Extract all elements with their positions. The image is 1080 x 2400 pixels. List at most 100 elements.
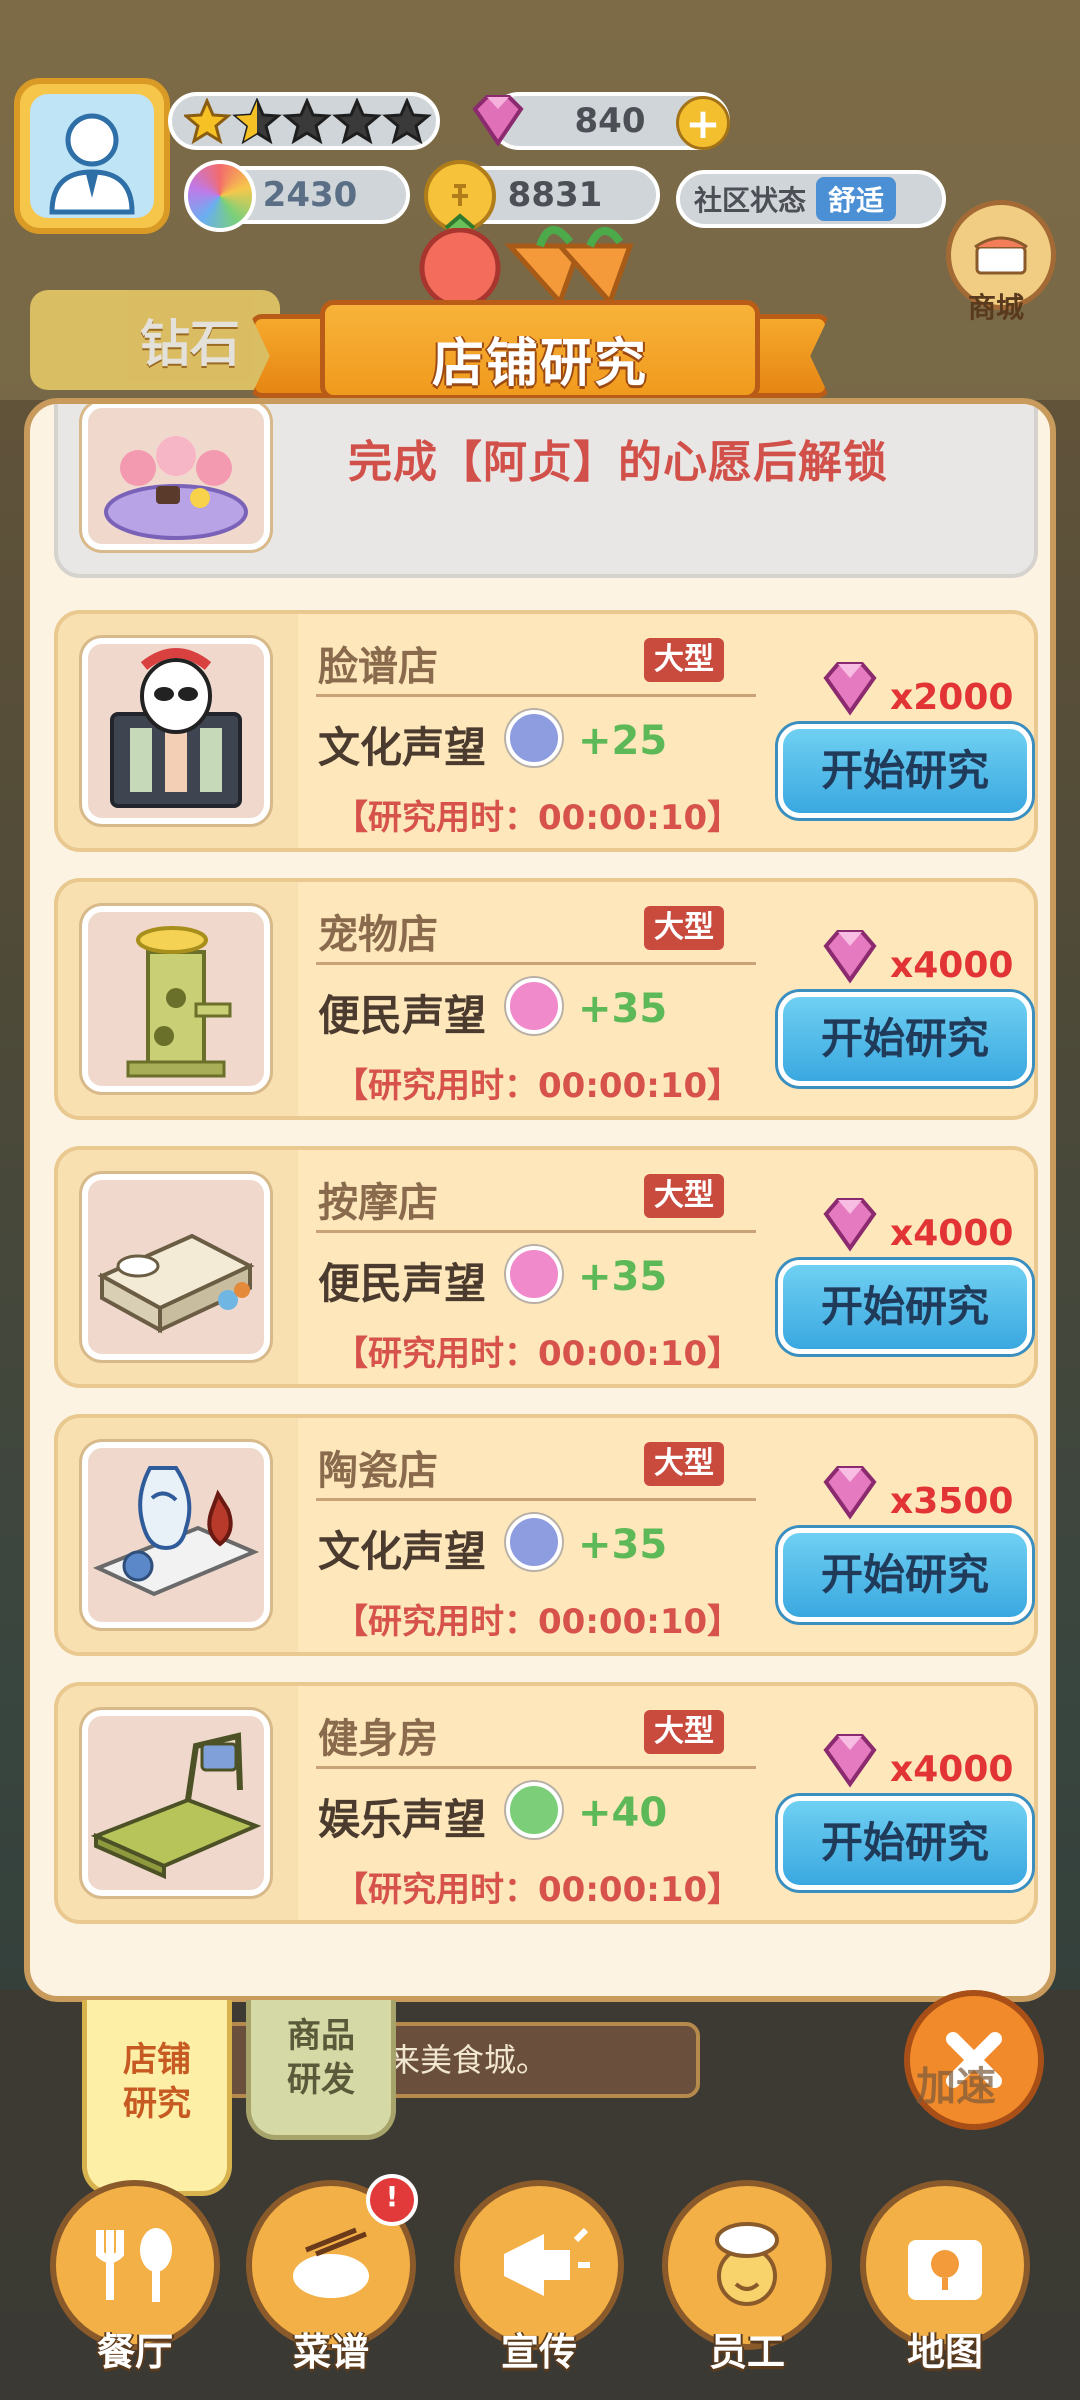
size-badge: 大型 (644, 1710, 724, 1754)
research-time: 【研究用时：00:00:10】 (334, 1870, 742, 1910)
gem-icon (823, 1198, 877, 1252)
research-time: 【研究用时：00:00:10】 (334, 798, 742, 838)
star-rating (168, 92, 440, 150)
start-research-button[interactable]: 开始研究 (778, 724, 1032, 818)
nav-staff[interactable]: 员工 (652, 2180, 842, 2380)
start-research-button[interactable]: 开始研究 (778, 1796, 1032, 1890)
start-research-button[interactable]: 开始研究 (778, 1528, 1032, 1622)
shop-thumbnail (82, 638, 270, 824)
divider (316, 962, 756, 965)
gem-icon (823, 930, 877, 984)
convenience-fame-icon (506, 978, 562, 1034)
locked-shop-thumbnail (82, 404, 270, 550)
shop-card: 按摩店 大型 便民声望 +35 【研究用时：00:00:10】 x4000 开始… (54, 1146, 1038, 1388)
shop-thumbnail (82, 1442, 270, 1628)
research-time: 【研究用时：00:00:10】 (334, 1066, 742, 1106)
nav-label: 员工 (708, 2330, 785, 2374)
research-time: 【研究用时：00:00:10】 (334, 1334, 742, 1374)
mall-label: 商城 (968, 291, 1025, 324)
background-shop-sign: 钻石 (30, 290, 280, 390)
community-status[interactable]: 社区状态 舒适 (676, 170, 946, 228)
notification-badge: ! (366, 2174, 418, 2226)
culture-fame-icon (506, 710, 562, 766)
user-avatar-icon (49, 113, 135, 215)
divider (316, 1766, 756, 1769)
fame-type: 娱乐声望 (318, 1795, 487, 1844)
vegetables-icon (419, 213, 634, 306)
speed-up-hint: 加速 (916, 2064, 996, 2110)
gem-cost-value: x4000 (890, 1212, 1014, 1254)
nav-promotion[interactable]: 宣传 (444, 2180, 634, 2380)
divider (316, 694, 756, 697)
community-status-value: 舒适 (816, 177, 897, 221)
gem-cost: x4000 (818, 926, 1013, 986)
add-gems-button[interactable]: + (676, 96, 730, 150)
tab-product-dev[interactable]: 商品研发 (246, 2000, 396, 2140)
fame-type: 便民声望 (318, 991, 487, 1040)
shop-name: 陶瓷店 (318, 1448, 438, 1494)
nav-label: 餐厅 (96, 2330, 173, 2374)
gem-cost: x4000 (818, 1194, 1013, 1254)
divider (316, 1498, 756, 1501)
shop-thumbnail (82, 1174, 270, 1360)
tab-label: 店铺研究 (123, 2040, 191, 2124)
research-time: 【研究用时：00:00:10】 (334, 1602, 742, 1642)
porcelain-vase-icon (92, 1466, 260, 1597)
banner-center: 店铺研究 (320, 300, 760, 400)
nav-label: 宣传 (500, 2330, 577, 2374)
cake-shop-icon (104, 436, 248, 540)
shop-card: 陶瓷店 大型 文化声望 +35 【研究用时：00:00:10】 x3500 开始… (54, 1414, 1038, 1656)
fame-bonus: +25 (578, 718, 668, 764)
community-label: 社区状态 (694, 184, 807, 217)
divider (316, 1230, 756, 1233)
gem-cost-value: x3500 (890, 1480, 1014, 1522)
gem-icon (823, 662, 877, 716)
shop-card: 脸谱店 大型 文化声望 +25 【研究用时：00:00:10】 x2000 开始… (54, 610, 1038, 852)
tab-shop-research[interactable]: 店铺研究 (82, 2000, 232, 2196)
page-title: 店铺研究 (431, 334, 648, 394)
title-banner: 店铺研究 (250, 213, 830, 410)
shop-card: 宠物店 大型 便民声望 +35 【研究用时：00:00:10】 x4000 开始… (54, 878, 1038, 1120)
fame-bonus: +35 (578, 1254, 668, 1300)
massage-bed-icon (97, 1233, 255, 1334)
research-panel: 完成【阿贞】的心愿后解锁 脸谱店 大型 文化声望 +25 【研究用时：00:00… (24, 398, 1056, 2002)
fame-type: 文化声望 (318, 1527, 487, 1576)
size-badge: 大型 (644, 1174, 724, 1218)
size-badge: 大型 (644, 906, 724, 950)
treadmill-icon (90, 1732, 262, 1880)
gem-cost: x3500 (818, 1462, 1013, 1522)
sign-text: 钻石 (140, 315, 240, 373)
rainbow-coin-icon (184, 160, 256, 232)
start-research-button[interactable]: 开始研究 (778, 1260, 1032, 1354)
avatar (30, 94, 154, 218)
star-icons (184, 98, 432, 144)
nav-recipes[interactable]: ! 菜谱 (236, 2174, 426, 2380)
opera-mask-shop-icon (110, 648, 242, 808)
locked-message: 完成【阿贞】的心愿后解锁 (348, 437, 888, 488)
fame-type: 文化声望 (318, 723, 487, 772)
fame-type: 便民声望 (318, 1259, 487, 1308)
gem-icon (462, 84, 534, 156)
culture-fame-icon (506, 1514, 562, 1570)
fame-bonus: +35 (578, 986, 668, 1032)
fame-bonus: +35 (578, 1522, 668, 1568)
cat-tree-icon (126, 926, 232, 1078)
gem-cost-value: x4000 (890, 1748, 1014, 1790)
shop-card: 健身房 大型 娱乐声望 +40 【研究用时：00:00:10】 x4000 开始… (54, 1682, 1038, 1924)
convenience-fame-icon (506, 1246, 562, 1302)
nav-restaurant[interactable]: 餐厅 (40, 2180, 230, 2380)
tab-label: 商品研发 (287, 2016, 355, 2100)
rainbow-coin-count: 2430 (262, 175, 358, 215)
nav-label: 菜谱 (292, 2330, 369, 2374)
shop-thumbnail (82, 1710, 270, 1896)
shop-name: 健身房 (318, 1716, 438, 1762)
player-avatar-button[interactable] (14, 78, 170, 234)
gem-cost-value: x4000 (890, 944, 1014, 986)
gem-cost: x4000 (818, 1730, 1013, 1790)
shop-name: 宠物店 (318, 912, 438, 958)
fame-bonus: +40 (578, 1790, 668, 1836)
gem-icon (823, 1734, 877, 1788)
start-research-button[interactable]: 开始研究 (778, 992, 1032, 1086)
nav-map[interactable]: 地图 (850, 2180, 1040, 2380)
gem-cost-value: x2000 (890, 676, 1014, 718)
